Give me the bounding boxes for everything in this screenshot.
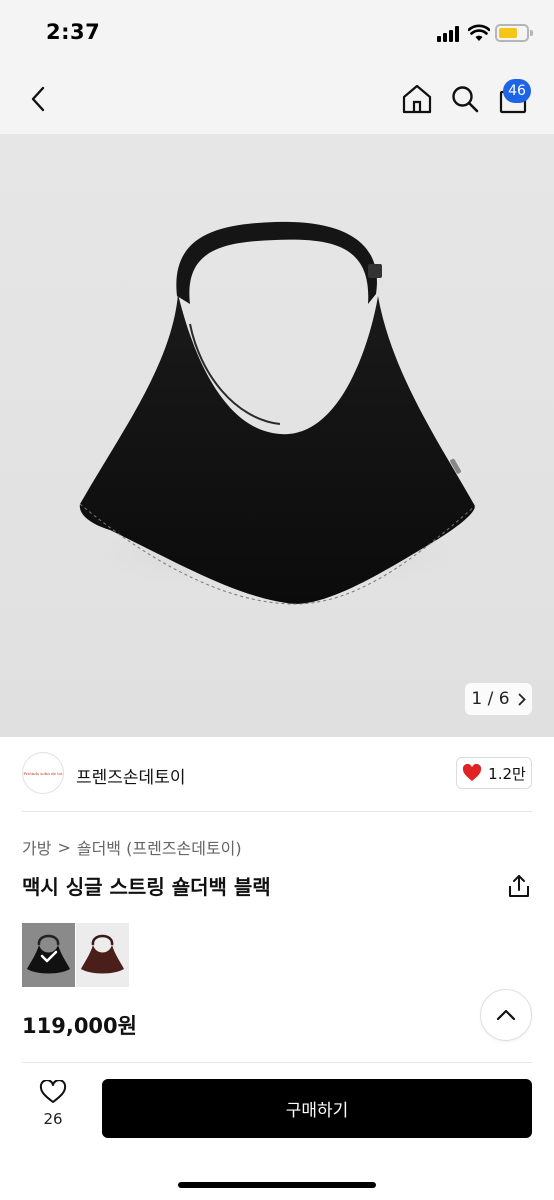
shoulder-bag-image <box>67 221 487 605</box>
buy-button[interactable]: 구매하기 <box>102 1079 532 1138</box>
wifi-icon <box>468 24 490 41</box>
cart-badge: 46 <box>503 79 531 103</box>
chevron-left-icon <box>31 86 45 112</box>
product-image[interactable] <box>0 134 554 737</box>
shop-like-count: 1.2만 <box>488 764 526 783</box>
like-count: 26 <box>43 1110 63 1128</box>
share-button[interactable] <box>506 873 532 899</box>
battery-icon <box>495 24 533 42</box>
shop-like-button[interactable]: 1.2만 <box>456 757 532 789</box>
like-button[interactable]: 26 <box>30 1080 76 1138</box>
signal-icon <box>437 26 463 42</box>
home-indicator <box>178 1182 376 1188</box>
breadcrumb-separator: > <box>57 837 71 857</box>
variant-thumb-brown[interactable] <box>76 923 129 987</box>
shop-name[interactable]: 프렌즈손데토이 <box>76 763 185 788</box>
status-time: 2:37 <box>46 20 101 44</box>
search-icon <box>452 86 479 113</box>
variant-thumb-black[interactable] <box>22 923 75 987</box>
home-icon <box>402 84 432 114</box>
product-title: 맥시 싱글 스트링 숄더백 블랙 <box>22 875 271 899</box>
search-button[interactable] <box>448 82 482 116</box>
image-pager[interactable]: 1 / 6 <box>465 683 532 715</box>
back-button[interactable] <box>22 82 56 116</box>
black-bag-thumbnail <box>27 934 70 974</box>
breadcrumb-item-bag[interactable]: 가방 <box>22 835 51 859</box>
chevron-right-icon <box>518 693 526 705</box>
shop-logo[interactable]: Friends sohn de toi <box>22 752 64 794</box>
bottom-divider <box>22 1062 532 1063</box>
nav-bar <box>0 66 554 134</box>
shop-row[interactable]: Friends sohn de toi 프렌즈손데토이 1.2만 <box>0 738 554 812</box>
heart-icon <box>463 764 482 781</box>
scroll-top-button[interactable] <box>480 989 532 1041</box>
home-button[interactable] <box>400 82 434 116</box>
shop-logo-text: Friends sohn de toi <box>23 770 63 776</box>
brown-bag-thumbnail <box>81 934 124 974</box>
pager-text: 1 / 6 <box>471 689 510 709</box>
product-price: 119,000원 <box>22 1014 137 1038</box>
chevron-up-icon <box>496 1009 516 1021</box>
divider <box>22 811 532 812</box>
heart-outline-icon <box>39 1080 67 1103</box>
share-icon <box>509 875 529 897</box>
status-bar: 2:37 <box>0 0 554 66</box>
breadcrumb: 가방 > 숄더백 (프렌즈손데토이) <box>22 835 242 859</box>
breadcrumb-item-shoulder-bag[interactable]: 숄더백 (프렌즈손데토이) <box>77 835 242 859</box>
